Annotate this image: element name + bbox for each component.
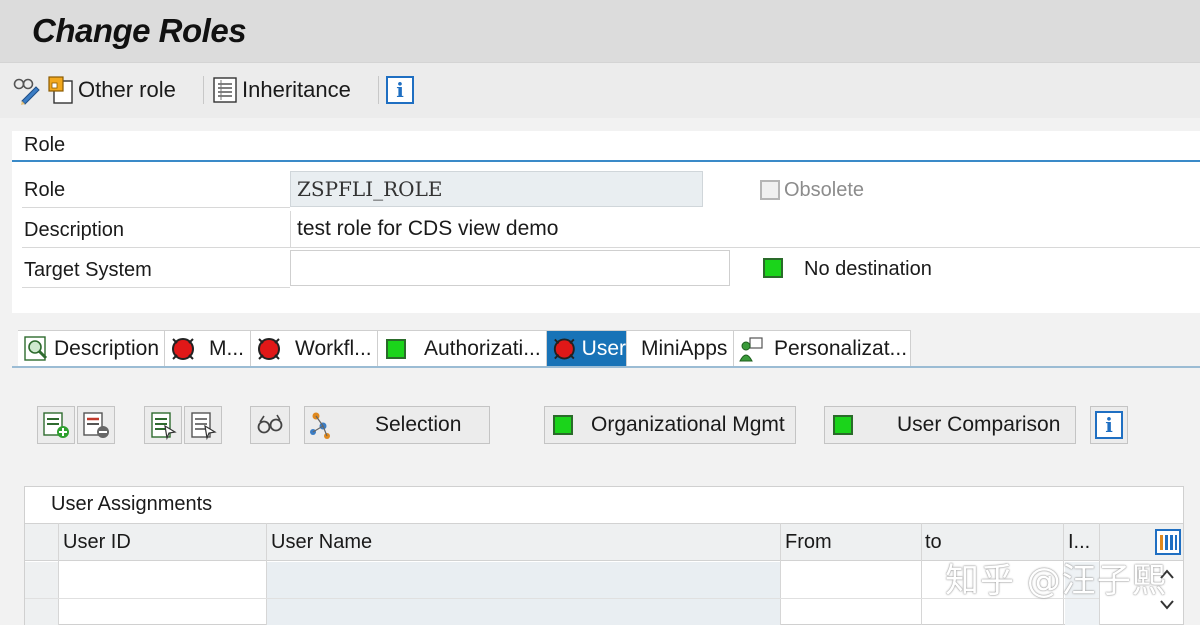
toolbar-separator bbox=[378, 76, 379, 104]
organizational-mgmt-button[interactable]: Organizational Mgmt bbox=[544, 406, 796, 444]
other-object-icon bbox=[48, 76, 73, 104]
tab-user[interactable]: User bbox=[547, 330, 627, 366]
column-divider bbox=[266, 523, 267, 625]
selection-label: Selection bbox=[375, 413, 462, 436]
green-status-icon bbox=[386, 338, 406, 359]
description-label: Description bbox=[24, 219, 125, 241]
insert-row-icon bbox=[43, 412, 69, 438]
list-document-icon bbox=[213, 77, 237, 103]
role-section-header: Role bbox=[24, 134, 66, 156]
display-change-icon bbox=[13, 78, 40, 105]
tab-label: Workfl... bbox=[295, 336, 372, 360]
watermark: 知乎 @汪子熙 bbox=[945, 561, 1167, 601]
user-tab-info-button[interactable]: i bbox=[1090, 406, 1128, 444]
tab-strip: Description M... Workfl... Authorizati..… bbox=[18, 330, 1200, 366]
role-label: Role bbox=[24, 179, 66, 201]
user-name-column-shade bbox=[267, 562, 780, 625]
obsolete-checkbox[interactable] bbox=[760, 180, 780, 200]
target-system-field[interactable] bbox=[290, 250, 730, 286]
tab-workflow[interactable]: Workfl... bbox=[251, 330, 378, 366]
column-header-to[interactable]: to bbox=[925, 531, 942, 554]
other-role-label: Other role bbox=[78, 77, 176, 102]
column-header-i[interactable]: I... bbox=[1068, 531, 1090, 554]
tab-description[interactable]: Description bbox=[18, 330, 165, 366]
row-divider bbox=[22, 287, 290, 288]
page-title: Change Roles bbox=[32, 12, 247, 49]
column-divider bbox=[780, 523, 781, 625]
tab-personalization[interactable]: Personalizat... bbox=[734, 330, 911, 366]
table-row[interactable] bbox=[59, 599, 265, 625]
column-header-from[interactable]: From bbox=[785, 531, 832, 554]
row-selector[interactable] bbox=[25, 599, 58, 625]
deselect-all-icon bbox=[191, 412, 217, 440]
column-divider bbox=[921, 523, 922, 625]
select-all-button[interactable] bbox=[144, 406, 182, 444]
other-role-button[interactable]: Other role bbox=[46, 73, 176, 107]
glasses-icon bbox=[257, 414, 283, 434]
destination-status-text: No destination bbox=[804, 258, 932, 280]
display-change-button[interactable] bbox=[12, 73, 42, 107]
info-button[interactable]: i bbox=[386, 73, 414, 107]
tab-label: Authorizati... bbox=[424, 336, 541, 360]
role-panel: Role Role ZSPFLI_ROLE Obsolete Descripti… bbox=[12, 131, 1200, 313]
table-row[interactable] bbox=[59, 562, 265, 598]
red-status-icon bbox=[553, 338, 575, 359]
display-details-button[interactable] bbox=[250, 406, 290, 444]
info-icon: i bbox=[1095, 411, 1123, 439]
destination-status-icon bbox=[763, 258, 783, 283]
tab-label: Personalizat... bbox=[774, 336, 908, 360]
tab-label: User bbox=[581, 336, 626, 360]
section-divider bbox=[12, 160, 1200, 162]
role-field[interactable]: ZSPFLI_ROLE bbox=[290, 171, 703, 207]
tab-label: M... bbox=[209, 336, 244, 360]
user-assignments-title: User Assignments bbox=[51, 493, 213, 515]
inheritance-button[interactable]: Inheritance bbox=[212, 73, 351, 107]
user-comparison-button[interactable]: User Comparison bbox=[824, 406, 1076, 444]
insert-row-button[interactable] bbox=[37, 406, 75, 444]
selection-button[interactable]: Selection bbox=[304, 406, 490, 444]
tab-miniapps[interactable]: MiniApps bbox=[627, 330, 734, 366]
hierarchy-icon bbox=[310, 412, 330, 439]
document-magnifier-icon bbox=[24, 335, 48, 361]
description-field[interactable]: test role for CDS view demo bbox=[290, 211, 1200, 247]
delete-row-icon bbox=[83, 412, 109, 438]
toolbar-separator bbox=[203, 76, 204, 104]
tab-authorization[interactable]: Authorizati... bbox=[378, 330, 547, 366]
inheritance-label: Inheritance bbox=[242, 77, 351, 102]
column-header-user-id[interactable]: User ID bbox=[63, 531, 131, 554]
column-settings-icon bbox=[1155, 529, 1181, 555]
user-comparison-label: User Comparison bbox=[897, 413, 1061, 436]
row-divider bbox=[22, 207, 290, 208]
red-status-icon bbox=[172, 337, 194, 360]
row-selector[interactable] bbox=[25, 562, 58, 598]
red-status-icon bbox=[258, 337, 280, 360]
tab-menu[interactable]: M... bbox=[165, 330, 251, 366]
target-system-label: Target System bbox=[24, 259, 152, 281]
organizational-mgmt-label: Organizational Mgmt bbox=[591, 413, 785, 436]
info-icon: i bbox=[386, 76, 414, 104]
row-divider bbox=[22, 247, 1200, 248]
application-toolbar: Other role Inheritance i bbox=[0, 62, 1200, 118]
tab-label: Description bbox=[54, 336, 160, 360]
title-bar: Change Roles bbox=[0, 0, 1200, 62]
obsolete-label: Obsolete bbox=[784, 179, 865, 201]
tab-label: MiniApps bbox=[641, 336, 728, 360]
green-status-icon bbox=[833, 415, 853, 435]
delete-row-button[interactable] bbox=[77, 406, 115, 444]
green-status-icon bbox=[553, 415, 573, 435]
person-icon bbox=[739, 336, 763, 361]
select-all-icon bbox=[151, 412, 177, 440]
column-header-user-name[interactable]: User Name bbox=[271, 531, 372, 554]
deselect-all-button[interactable] bbox=[184, 406, 222, 444]
